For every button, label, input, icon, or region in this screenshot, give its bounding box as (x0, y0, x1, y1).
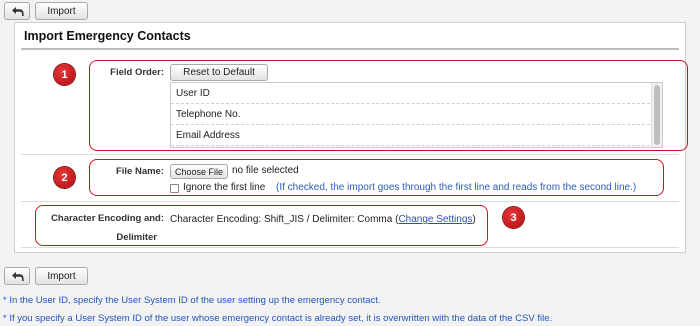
page-title: Import Emergency Contacts (24, 29, 191, 43)
bottom-toolbar: Import (4, 267, 88, 285)
callout-badge-3: 3 (503, 207, 524, 228)
top-toolbar: Import (4, 2, 88, 20)
callout-frame-encoding (35, 205, 488, 246)
note-user-id: * In the User ID, specify the User Syste… (3, 295, 381, 306)
import-button[interactable]: Import (35, 2, 88, 20)
row-divider (21, 201, 679, 202)
note-overwrite: * If you specify a User System ID of the… (3, 313, 553, 324)
row-divider (21, 154, 679, 155)
title-divider (21, 48, 679, 50)
back-button[interactable] (4, 2, 30, 20)
import-button[interactable]: Import (35, 267, 88, 285)
callout-badge-1: 1 (54, 64, 75, 85)
row-divider (21, 247, 679, 248)
back-arrow-icon (11, 271, 24, 281)
back-button[interactable] (4, 267, 30, 285)
callout-frame-file-name (89, 159, 664, 196)
callout-badge-2: 2 (54, 167, 75, 188)
callout-frame-field-order (89, 60, 688, 151)
back-arrow-icon (11, 6, 24, 16)
